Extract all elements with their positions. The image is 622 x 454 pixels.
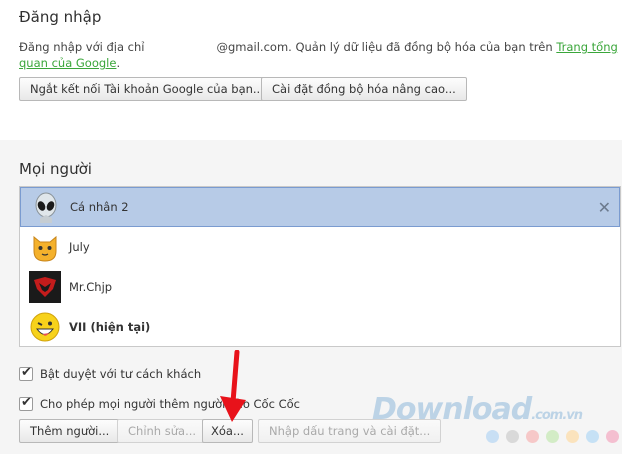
watermark-dot-5 (586, 430, 599, 443)
list-item-ca-nhan-2[interactable]: Cá nhân 2 ✕ (20, 187, 620, 227)
people-title: Mọi người (19, 160, 92, 178)
edit-person-button[interactable]: Chỉnh sửa... (117, 419, 208, 443)
alien-avatar-icon (35, 192, 57, 223)
user-name: Mr.Chjp (69, 280, 113, 294)
watermark-dot-3 (546, 430, 559, 443)
watermark-dot-4 (566, 430, 579, 443)
watermark-dot-0 (486, 430, 499, 443)
red-logo-avatar-icon (29, 271, 61, 303)
signin-text-before: Đăng nhập với địa chỉ (19, 40, 145, 54)
signin-section: Đăng nhập Đăng nhập với địa chỉ @gmail.co… (0, 0, 622, 140)
watermark-dot-6 (606, 430, 619, 443)
checkmark-icon: ✔ (21, 365, 32, 380)
add-person-button[interactable]: Thêm người... (19, 419, 121, 443)
smiley-avatar-icon (30, 312, 60, 342)
remove-user-icon[interactable]: ✕ (598, 198, 611, 217)
list-item-mr-chjp[interactable]: Mr.Chjp (20, 267, 620, 307)
download-watermark: Download.com.vn (372, 392, 583, 427)
list-item-vii-current[interactable]: VII (hiện tại) (20, 307, 620, 347)
guest-browsing-label: Bật duyệt với tư cách khách (40, 367, 202, 381)
list-item-july[interactable]: July (20, 227, 620, 267)
user-name: VII (hiện tại) (69, 320, 151, 334)
red-arrow-icon (220, 350, 246, 422)
people-list[interactable]: Cá nhân 2 ✕ July Mr.Chjp VII (hiện tại) (19, 186, 621, 347)
signin-description: Đăng nhập với địa chỉ @gmail.com. Quản lý… (19, 39, 619, 71)
disconnect-google-account-button[interactable]: Ngắt kết nối Tài khoản Google của bạn... (19, 77, 275, 101)
signin-title: Đăng nhập (19, 8, 102, 26)
advanced-sync-settings-button[interactable]: Cài đặt đồng bộ hóa nâng cao... (261, 77, 467, 101)
guest-browsing-checkbox[interactable]: ✔ (19, 365, 33, 381)
allow-add-person-checkbox[interactable]: ✔ (19, 395, 33, 411)
watermark-dots (486, 430, 619, 443)
checkmark-icon: ✔ (21, 395, 32, 410)
watermark-dot-1 (506, 430, 519, 443)
cat-avatar-icon (33, 235, 57, 262)
user-name: Cá nhân 2 (70, 200, 129, 214)
allow-add-person-label: Cho phép mọi người thêm người vào Cốc Cố… (40, 397, 300, 411)
user-name: July (69, 240, 90, 254)
watermark-dot-2 (526, 430, 539, 443)
signin-text-after: @gmail.com. Quản lý dữ liệu đã đồng bộ h… (216, 40, 553, 54)
signin-text-end: . (116, 56, 121, 70)
